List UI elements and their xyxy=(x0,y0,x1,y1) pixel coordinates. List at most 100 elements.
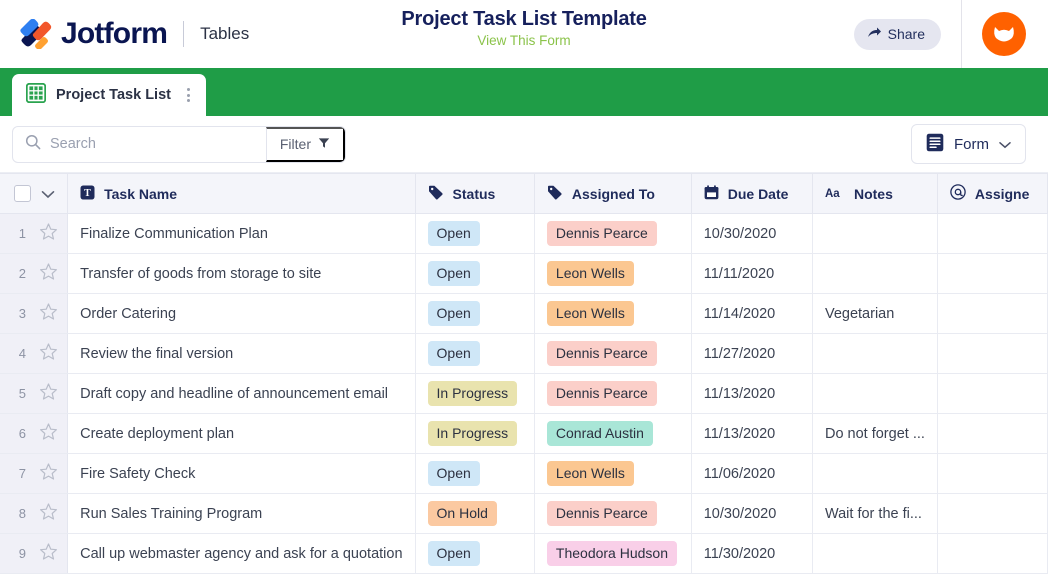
row-gutter: 2 xyxy=(0,254,68,294)
cell-status[interactable]: On Hold xyxy=(415,494,534,534)
filter-button[interactable]: Filter xyxy=(266,127,345,162)
cell-due-date[interactable]: 11/14/2020 xyxy=(691,294,812,334)
cell-notes[interactable] xyxy=(812,534,937,574)
cell-notes[interactable]: Vegetarian xyxy=(812,294,937,334)
tag-icon xyxy=(428,185,444,203)
cell-notes[interactable] xyxy=(812,374,937,414)
tab-project-task-list[interactable]: Project Task List xyxy=(12,74,206,116)
cell-due-date[interactable]: 11/30/2020 xyxy=(691,534,812,574)
star-icon[interactable] xyxy=(39,423,58,445)
row-gutter: 3 xyxy=(0,294,68,334)
column-header-status[interactable]: Status xyxy=(415,174,534,214)
chevron-down-icon[interactable] xyxy=(41,186,55,202)
cell-assignee[interactable] xyxy=(937,214,1047,254)
cell-assigned-to[interactable]: Conrad Austin xyxy=(534,414,691,454)
cell-task-name[interactable]: Draft copy and headline of announcement … xyxy=(68,374,415,414)
cell-status[interactable]: Open xyxy=(415,254,534,294)
table-row[interactable]: 2Transfer of goods from storage to siteO… xyxy=(0,254,1048,294)
row-number: 3 xyxy=(14,306,26,321)
column-header-due-date[interactable]: Due Date xyxy=(691,174,812,214)
share-button[interactable]: Share xyxy=(854,19,941,50)
svg-text:Aa: Aa xyxy=(825,188,840,199)
status-badge: Open xyxy=(428,461,480,486)
cell-assignee[interactable] xyxy=(937,454,1047,494)
table-row[interactable]: 4Review the final versionOpenDennis Pear… xyxy=(0,334,1048,374)
cell-due-date[interactable]: 11/27/2020 xyxy=(691,334,812,374)
cell-assigned-to[interactable]: Dennis Pearce xyxy=(534,374,691,414)
table-row[interactable]: 9Call up webmaster agency and ask for a … xyxy=(0,534,1048,574)
star-icon[interactable] xyxy=(39,343,58,365)
cell-assignee[interactable] xyxy=(937,534,1047,574)
cell-task-name[interactable]: Transfer of goods from storage to site xyxy=(68,254,415,294)
cell-task-name[interactable]: Run Sales Training Program xyxy=(68,494,415,534)
vertical-dots-icon[interactable] xyxy=(181,88,196,102)
cell-status[interactable]: Open xyxy=(415,214,534,254)
cell-status[interactable]: In Progress xyxy=(415,374,534,414)
star-icon[interactable] xyxy=(39,223,58,245)
star-icon[interactable] xyxy=(39,263,58,285)
column-header-notes[interactable]: Aa Notes xyxy=(812,174,937,214)
cell-task-name[interactable]: Order Catering xyxy=(68,294,415,334)
table-row[interactable]: 8Run Sales Training ProgramOn HoldDennis… xyxy=(0,494,1048,534)
cell-notes[interactable]: Wait for the fi... xyxy=(812,494,937,534)
table-row[interactable]: 3 Order CateringOpenLeon Wells11/14/2020V… xyxy=(0,294,1048,334)
star-icon[interactable] xyxy=(39,463,58,485)
cell-due-date[interactable]: 10/30/2020 xyxy=(691,494,812,534)
column-header-assigned-to[interactable]: Assigned To xyxy=(534,174,691,214)
cell-assignee[interactable] xyxy=(937,494,1047,534)
cell-notes[interactable] xyxy=(812,454,937,494)
table-row[interactable]: 1Finalize Communication PlanOpenDennis P… xyxy=(0,214,1048,254)
column-header-task-name[interactable]: T Task Name xyxy=(68,174,415,214)
cell-due-date[interactable]: 10/30/2020 xyxy=(691,214,812,254)
star-icon[interactable] xyxy=(39,503,58,525)
cell-notes[interactable] xyxy=(812,214,937,254)
cell-assigned-to[interactable]: Leon Wells xyxy=(534,294,691,334)
star-icon[interactable] xyxy=(39,303,58,325)
cell-due-date[interactable]: 11/13/2020 xyxy=(691,414,812,454)
cell-assignee[interactable] xyxy=(937,414,1047,454)
search-input[interactable] xyxy=(50,136,254,152)
cell-task-name[interactable]: Call up webmaster agency and ask for a q… xyxy=(68,534,415,574)
cell-assigned-to[interactable]: Leon Wells xyxy=(534,454,691,494)
cell-status[interactable]: Open xyxy=(415,534,534,574)
cell-due-date[interactable]: 11/11/2020 xyxy=(691,254,812,294)
cell-status[interactable]: Open xyxy=(415,334,534,374)
cell-assignee[interactable] xyxy=(937,294,1047,334)
table-row[interactable]: 5Draft copy and headline of announcement… xyxy=(0,374,1048,414)
cell-assigned-to[interactable]: Theodora Hudson xyxy=(534,534,691,574)
cell-notes[interactable]: Do not forget ... xyxy=(812,414,937,454)
cell-due-date[interactable]: 11/13/2020 xyxy=(691,374,812,414)
grid-table-icon xyxy=(26,83,46,108)
select-all-checkbox[interactable] xyxy=(14,185,31,202)
star-icon[interactable] xyxy=(39,383,58,405)
star-icon[interactable] xyxy=(39,543,58,565)
table-row[interactable]: 7Fire Safety CheckOpenLeon Wells11/06/20… xyxy=(0,454,1048,494)
cell-task-name[interactable]: Create deployment plan xyxy=(68,414,415,454)
cell-task-name[interactable]: Fire Safety Check xyxy=(68,454,415,494)
cell-task-name[interactable]: Review the final version xyxy=(68,334,415,374)
search-field[interactable] xyxy=(13,127,266,162)
cell-assigned-to[interactable]: Leon Wells xyxy=(534,254,691,294)
cell-status[interactable]: Open xyxy=(415,294,534,334)
cell-assignee[interactable] xyxy=(937,254,1047,294)
cell-assignee[interactable] xyxy=(937,374,1047,414)
cell-assigned-to[interactable]: Dennis Pearce xyxy=(534,334,691,374)
text-field-icon: T xyxy=(80,185,95,203)
cell-assigned-to[interactable]: Dennis Pearce xyxy=(534,494,691,534)
data-table-container[interactable]: T Task Name Status xyxy=(0,173,1048,574)
avatar[interactable] xyxy=(982,12,1026,56)
cell-status[interactable]: In Progress xyxy=(415,414,534,454)
assignee-badge: Theodora Hudson xyxy=(547,541,677,566)
column-header-assignee[interactable]: Assigne xyxy=(937,174,1047,214)
cell-due-date[interactable]: 11/06/2020 xyxy=(691,454,812,494)
cell-assigned-to[interactable]: Dennis Pearce xyxy=(534,214,691,254)
cell-assignee[interactable] xyxy=(937,334,1047,374)
cell-notes[interactable] xyxy=(812,334,937,374)
status-badge: Open xyxy=(428,541,480,566)
share-button-label: Share xyxy=(888,26,925,42)
form-view-button[interactable]: Form xyxy=(911,124,1026,164)
cell-notes[interactable] xyxy=(812,254,937,294)
cell-task-name[interactable]: Finalize Communication Plan xyxy=(68,214,415,254)
cell-status[interactable]: Open xyxy=(415,454,534,494)
table-row[interactable]: 6Create deployment planIn ProgressConrad… xyxy=(0,414,1048,454)
